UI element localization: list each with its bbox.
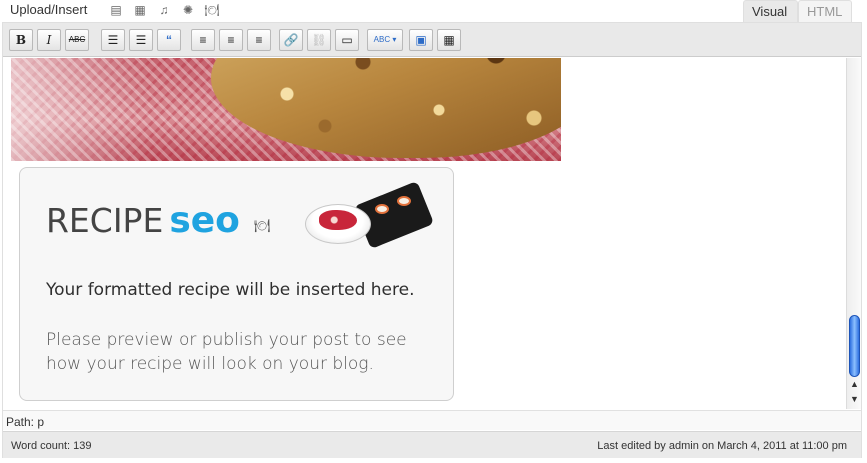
more-button[interactable]: ▭ bbox=[335, 29, 359, 51]
tab-html[interactable]: HTML bbox=[798, 0, 852, 22]
italic-button[interactable]: I bbox=[37, 29, 61, 51]
audio-icon[interactable]: ♫ bbox=[156, 2, 172, 18]
logo-seo: seo bbox=[169, 200, 240, 241]
unlink-button[interactable]: ⛓ bbox=[307, 29, 331, 51]
cookie-photo bbox=[11, 58, 561, 161]
recipe-insert-message: Your formatted recipe will be inserted h… bbox=[46, 280, 415, 300]
plates-illustration bbox=[305, 180, 435, 250]
recipe-preview-message: Please preview or publish your post to s… bbox=[46, 330, 407, 374]
spellcheck-button[interactable]: ABC ▾ bbox=[367, 29, 403, 51]
bold-button[interactable]: B bbox=[9, 29, 33, 51]
utensil-icon: 🍽 bbox=[254, 218, 271, 233]
media-icon[interactable]: ✺ bbox=[180, 2, 196, 18]
bullet-list-button[interactable]: ☰ bbox=[101, 29, 125, 51]
editor-content[interactable]: RECIPE seo 🍽 Your formatted recipe will b… bbox=[3, 58, 845, 409]
spellcheck-label: ABC bbox=[373, 35, 391, 44]
upload-insert-label: Upload/Insert bbox=[10, 2, 88, 17]
align-center-button[interactable]: ≡ bbox=[219, 29, 243, 51]
element-path: Path: p bbox=[3, 410, 861, 430]
kitchen-sink-button[interactable]: ▦ bbox=[437, 29, 461, 51]
image-icon[interactable]: ▤ bbox=[108, 2, 124, 18]
status-bar: Word count: 139 Last edited by admin on … bbox=[3, 431, 861, 458]
word-count: Word count: 139 bbox=[11, 440, 92, 452]
content-scrollbar[interactable]: ▲ ▼ bbox=[846, 58, 861, 409]
blockquote-button[interactable]: “ bbox=[157, 29, 181, 51]
numbered-list-button[interactable]: ☰ bbox=[129, 29, 153, 51]
chevron-down-icon[interactable]: ▾ bbox=[392, 35, 396, 44]
cookie-image bbox=[211, 58, 561, 158]
video-icon[interactable]: ▦ bbox=[132, 2, 148, 18]
scrollbar-thumb[interactable] bbox=[849, 315, 860, 377]
editor-toolbar: B I ABC ☰ ☰ “ ≡ ≡ ≡ 🔗 ⛓ ▭ ABC ▾ ▣ ▦ bbox=[3, 23, 861, 57]
scroll-up-icon[interactable]: ▲ bbox=[848, 378, 861, 391]
media-buttons: ▤ ▦ ♫ ✺ 🍽 bbox=[108, 2, 220, 18]
fullscreen-button[interactable]: ▣ bbox=[409, 29, 433, 51]
recipe-placeholder-card[interactable]: RECIPE seo 🍽 Your formatted recipe will b… bbox=[19, 167, 454, 401]
link-button[interactable]: 🔗 bbox=[279, 29, 303, 51]
media-bar: Upload/Insert ▤ ▦ ♫ ✺ 🍽 Visual HTML bbox=[0, 0, 867, 22]
align-left-button[interactable]: ≡ bbox=[191, 29, 215, 51]
recipe-seo-logo: RECIPE seo bbox=[46, 200, 240, 241]
strikethrough-button[interactable]: ABC bbox=[65, 29, 89, 51]
scroll-down-icon[interactable]: ▼ bbox=[848, 393, 861, 406]
tab-visual[interactable]: Visual bbox=[743, 0, 798, 22]
last-edited: Last edited by admin on March 4, 2011 at… bbox=[597, 440, 847, 452]
align-right-button[interactable]: ≡ bbox=[247, 29, 271, 51]
logo-word: RECIPE bbox=[46, 201, 164, 240]
recipe-icon[interactable]: 🍽 bbox=[204, 2, 220, 18]
editor: B I ABC ☰ ☰ “ ≡ ≡ ≡ 🔗 ⛓ ▭ ABC ▾ ▣ ▦ RECI… bbox=[2, 22, 862, 458]
